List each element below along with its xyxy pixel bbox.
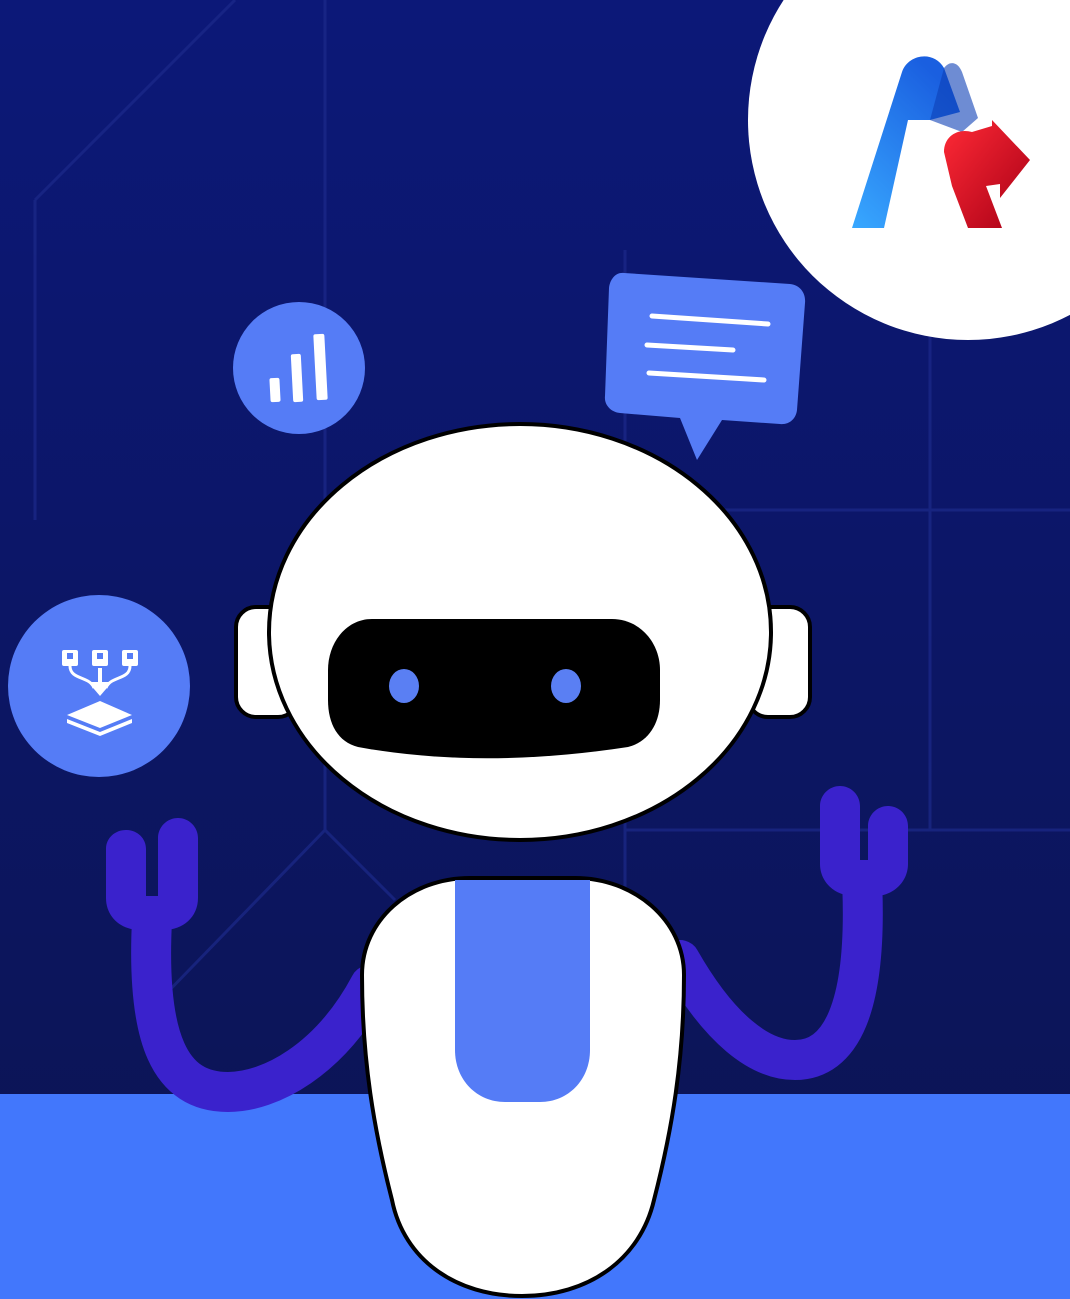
robot-left-eye xyxy=(389,669,419,703)
robot-visor xyxy=(328,619,660,759)
illustration-canvas xyxy=(0,0,1070,1299)
illustration-scene xyxy=(0,0,1070,1299)
robot-right-eye xyxy=(551,669,581,703)
data-pipeline-icon xyxy=(8,595,190,777)
robot-chest-panel xyxy=(455,880,590,1102)
bar-chart-icon xyxy=(233,302,365,434)
